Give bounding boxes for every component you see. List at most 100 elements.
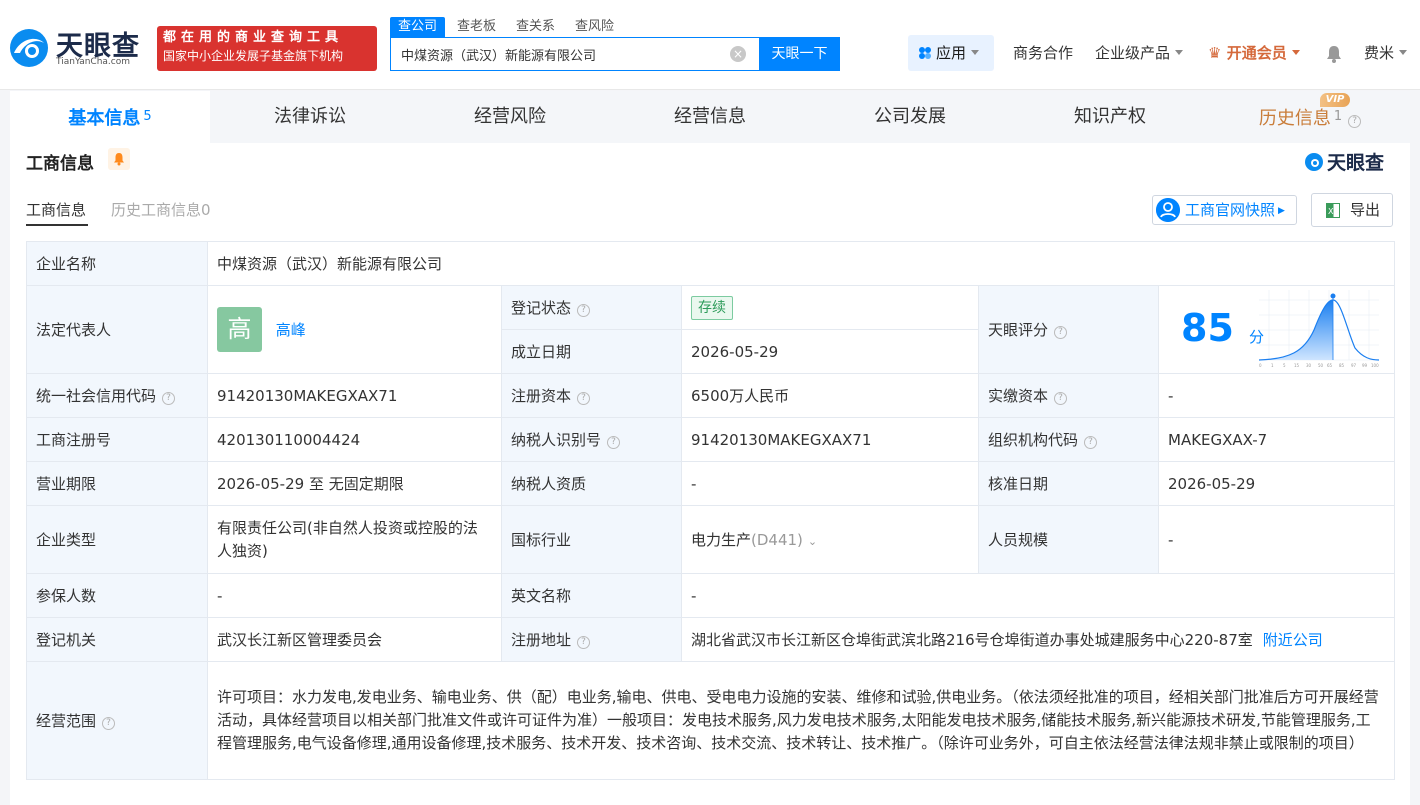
term-value: 2026-05-29 至 无固定期限 (207, 461, 502, 506)
subtab-business-info[interactable]: 工商信息 (26, 199, 86, 220)
tab-history[interactable]: 历史信息 1? (1210, 91, 1410, 143)
help-icon[interactable]: ? (577, 304, 591, 317)
subtab-history-business-info[interactable]: 历史工商信息0 (111, 199, 211, 220)
nav-enterprise-label: 企业级产品 (1095, 44, 1171, 62)
credit-code-value: 91420130MAKEGXAX71 (207, 373, 502, 418)
table-row: 企业名称 中煤资源（武汉）新能源有限公司 (26, 241, 1396, 286)
tax-id-key: 纳税人识别号? (501, 417, 682, 462)
tax-id-value: 91420130MAKEGXAX71 (681, 417, 979, 462)
score-axis-tick: 97 (1351, 363, 1357, 368)
tab-history-count: 1 (1333, 109, 1343, 124)
search-tab-company[interactable]: 查公司 (390, 17, 446, 37)
bell-icon[interactable] (1326, 45, 1342, 63)
en-name-key: 英文名称 (501, 573, 682, 618)
export-button[interactable]: X 导出 (1311, 193, 1393, 227)
detail-tabs: 基本信息 5 法律诉讼 经营风险 经营信息 公司发展 知识产权 历史信息 1? VI… (10, 91, 1410, 143)
top-header: 天眼查 TianYanCha.com 都在用的商业查询工具 国家中小企业发展子基… (0, 0, 1420, 90)
table-row: 工商注册号 420130110004424 纳税人识别号? 91420130MA… (26, 417, 1396, 462)
score-axis-tick: 65 (1327, 363, 1333, 368)
monitor-bell-icon[interactable] (108, 148, 130, 170)
help-icon[interactable]: ? (1054, 326, 1068, 339)
scope-key: 经营范围? (26, 661, 208, 780)
apps-button[interactable]: 应用 (908, 35, 994, 71)
industry-value: 电力生产 (691, 531, 752, 549)
est-date-value: 2026-05-29 (681, 329, 979, 374)
logo[interactable]: 天眼查 TianYanCha.com (8, 24, 148, 74)
score-cell[interactable]: 85 分 0 1 5 15 30 50 65 85 97 99 100 (1157, 285, 1396, 374)
brand-watermark: 天眼查 (1304, 148, 1384, 175)
score-label: 天眼评分 (988, 321, 1049, 339)
score-axis-tick: 99 (1362, 363, 1368, 368)
user-menu[interactable]: 费米 (1364, 35, 1408, 71)
search-tab-risk[interactable]: 查风险 (567, 17, 622, 37)
tax-qual-key: 纳税人资质 (501, 461, 682, 506)
org-code-key: 组织机构代码? (978, 417, 1159, 462)
authority-key: 登记机关 (26, 617, 208, 662)
search-input[interactable] (391, 38, 731, 70)
address-cell: 湖北省武汉市长江新区仓埠街武滨北路216号仓埠街道办事处城建服务中心220-87… (680, 617, 1396, 662)
official-snapshot-button[interactable]: 工商官网快照 ▶ (1152, 195, 1297, 225)
tab-basic-count: 5 (143, 109, 152, 124)
legal-rep-cell: 高 高峰 (207, 285, 502, 374)
insured-key: 参保人数 (26, 573, 208, 618)
company-name-value: 中煤资源（武汉）新能源有限公司 (206, 241, 1396, 286)
search-button[interactable]: 天眼一下 (759, 37, 840, 71)
tab-legal[interactable]: 法律诉讼 (210, 91, 410, 143)
reg-status-label: 登记状态 (511, 299, 572, 317)
industry-cell[interactable]: 电力生产(D441) ⌄ (681, 505, 979, 574)
legal-rep-key: 法定代表人 (26, 285, 208, 374)
help-icon[interactable]: ? (1054, 392, 1068, 405)
tab-operation[interactable]: 经营信息 (610, 91, 810, 143)
table-row: 参保人数 - 英文名称 - (26, 573, 1396, 618)
help-icon[interactable]: ? (1084, 436, 1098, 449)
main-card: 基本信息 5 法律诉讼 经营风险 经营信息 公司发展 知识产权 历史信息 1? VI… (10, 91, 1410, 805)
industry-key: 国标行业 (501, 505, 682, 574)
nav-vip[interactable]: ♛ 开通会员 (1208, 35, 1300, 71)
excel-icon: X (1326, 203, 1340, 218)
help-icon[interactable]: ? (162, 392, 176, 405)
staff-value: - (1157, 505, 1396, 574)
avatar: 高 (217, 307, 262, 352)
chevron-down-icon (1175, 50, 1184, 55)
paid-capital-key: 实缴资本? (978, 373, 1159, 418)
search-type-tabs: 查公司 查老板 查关系 查风险 (390, 16, 626, 37)
brand-text: 天眼查 (1327, 152, 1385, 174)
user-icon (1156, 198, 1180, 222)
score-axis-tick: 100 (1371, 363, 1379, 368)
status-badge: 存续 (691, 295, 733, 320)
section-title: 工商信息 (26, 154, 94, 174)
credit-code-label: 统一社会信用代码 (36, 387, 157, 405)
help-icon[interactable]: ? (577, 392, 591, 405)
search-tab-boss[interactable]: 查老板 (449, 17, 504, 37)
svg-text:X: X (1328, 207, 1334, 216)
help-icon[interactable]: ? (607, 436, 621, 449)
tab-basic-info[interactable]: 基本信息 5 (10, 91, 210, 143)
credit-code-key: 统一社会信用代码? (26, 373, 208, 418)
nearby-companies-link[interactable]: 附近公司 (1263, 631, 1323, 649)
industry-code: (D441) (751, 531, 803, 549)
approve-date-key: 核准日期 (978, 461, 1159, 506)
term-key: 营业期限 (26, 461, 208, 506)
tab-development[interactable]: 公司发展 (810, 91, 1010, 143)
legal-rep-link[interactable]: 高峰 (276, 321, 306, 339)
chevron-down-icon (971, 50, 980, 55)
nav-business[interactable]: 商务合作 (1013, 35, 1073, 71)
search-tab-relation[interactable]: 查关系 (508, 17, 563, 37)
snapshot-label: 工商官网快照 (1185, 201, 1276, 219)
score-key: 天眼评分? (978, 285, 1159, 374)
reg-capital-key: 注册资本? (501, 373, 682, 418)
tax-id-label: 纳税人识别号 (511, 431, 602, 449)
slogan-line2: 国家中小企业发展子基金旗下机构 (163, 49, 344, 63)
help-icon[interactable]: ? (577, 636, 591, 649)
table-row: 企业类型 有限责任公司(非自然人投资或控股的法人独资) 国标行业 电力生产(D4… (26, 505, 1396, 574)
nav-enterprise-products[interactable]: 企业级产品 (1095, 35, 1184, 71)
tab-risk[interactable]: 经营风险 (410, 91, 610, 143)
table-row: 登记机关 武汉长江新区管理委员会 注册地址? 湖北省武汉市长江新区仓埠街武滨北路… (26, 617, 1396, 662)
tianyancha-logo-icon (10, 29, 48, 67)
help-icon[interactable]: ? (102, 717, 116, 730)
crown-icon: ♛ (1208, 44, 1222, 62)
clear-icon[interactable]: × (730, 46, 746, 62)
nav-vip-label: 开通会员 (1226, 44, 1287, 62)
tab-ip[interactable]: 知识产权 (1010, 91, 1210, 143)
authority-value: 武汉长江新区管理委员会 (207, 617, 502, 662)
